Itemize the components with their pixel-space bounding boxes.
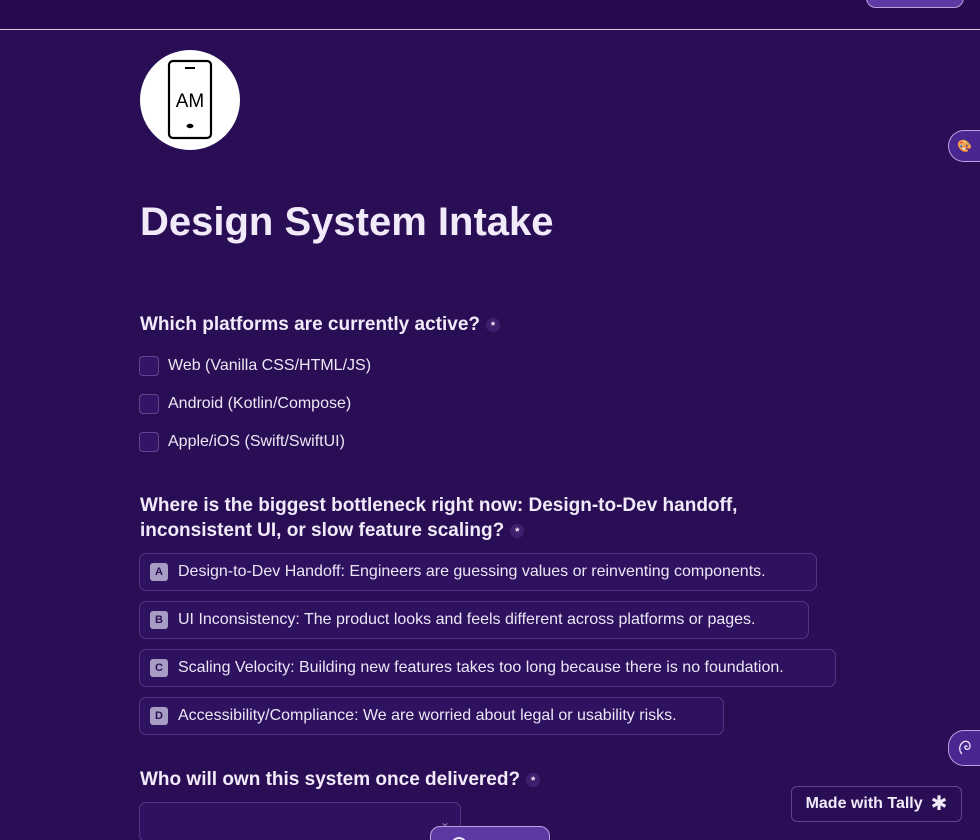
choice-key-badge: C [150, 659, 168, 677]
theme-palette-tab[interactable]: 🎨 [948, 130, 980, 162]
submit-button[interactable] [430, 826, 550, 840]
feedback-icon [958, 740, 971, 755]
choice-key-badge: D [150, 707, 168, 725]
form-title: Design System Intake [140, 200, 554, 244]
choice-label: Accessibility/Compliance: We are worried… [178, 707, 677, 724]
phone-logo-icon: AM [167, 59, 213, 140]
question-label-line-1: Where is the biggest bottleneck right no… [140, 495, 738, 516]
top-action-button[interactable] [866, 0, 964, 8]
checkbox-label: Web (Vanilla CSS/HTML/JS) [168, 357, 372, 374]
required-indicator: * [486, 317, 500, 332]
choice-option-c[interactable]: C Scaling Velocity: Building new feature… [139, 649, 836, 687]
question-platforms: Which platforms are currently active? * [140, 312, 500, 337]
choice-label: Scaling Velocity: Building new features … [178, 659, 784, 676]
choice-key-badge: A [150, 563, 168, 581]
question-label: Who will own this system once delivered? [140, 769, 521, 790]
logo-text: AM [176, 91, 205, 112]
checkbox[interactable] [139, 432, 159, 452]
badge-label: Made with Tally [805, 795, 923, 812]
question-label-line-2: inconsistent UI, or slow feature scaling… [140, 520, 505, 541]
feedback-tab[interactable] [948, 730, 980, 766]
question-label: Which platforms are currently active? [140, 314, 480, 335]
question-owner: Who will own this system once delivered?… [140, 767, 541, 792]
choice-key-badge: B [150, 611, 168, 629]
palette-icon: 🎨 [957, 139, 972, 153]
checkbox-option-web[interactable]: Web (Vanilla CSS/HTML/JS) [139, 355, 371, 377]
choice-label: UI Inconsistency: The product looks and … [178, 611, 756, 628]
owner-dropdown[interactable]: ⌄ [139, 802, 461, 840]
tally-asterisk-icon: ✱ [930, 793, 948, 815]
choice-option-a[interactable]: A Design-to-Dev Handoff: Engineers are g… [139, 553, 817, 591]
question-bottleneck: Where is the biggest bottleneck right no… [140, 493, 737, 543]
form-logo: AM [140, 50, 240, 150]
made-with-tally-badge[interactable]: Made with Tally ✱ [791, 786, 962, 822]
checkbox-label: Android (Kotlin/Compose) [168, 395, 352, 412]
checkbox[interactable] [139, 356, 159, 376]
choice-option-b[interactable]: B UI Inconsistency: The product looks an… [139, 601, 809, 639]
checkbox-label: Apple/iOS (Swift/SwiftUI) [168, 433, 345, 450]
checkbox-option-android[interactable]: Android (Kotlin/Compose) [139, 393, 351, 415]
choice-label: Design-to-Dev Handoff: Engineers are gue… [178, 563, 766, 580]
choice-option-d[interactable]: D Accessibility/Compliance: We are worri… [139, 697, 724, 735]
checkbox[interactable] [139, 394, 159, 414]
top-bar [0, 0, 980, 30]
checkbox-option-ios[interactable]: Apple/iOS (Swift/SwiftUI) [139, 431, 345, 453]
required-indicator: * [526, 772, 541, 787]
required-indicator: * [510, 523, 525, 538]
